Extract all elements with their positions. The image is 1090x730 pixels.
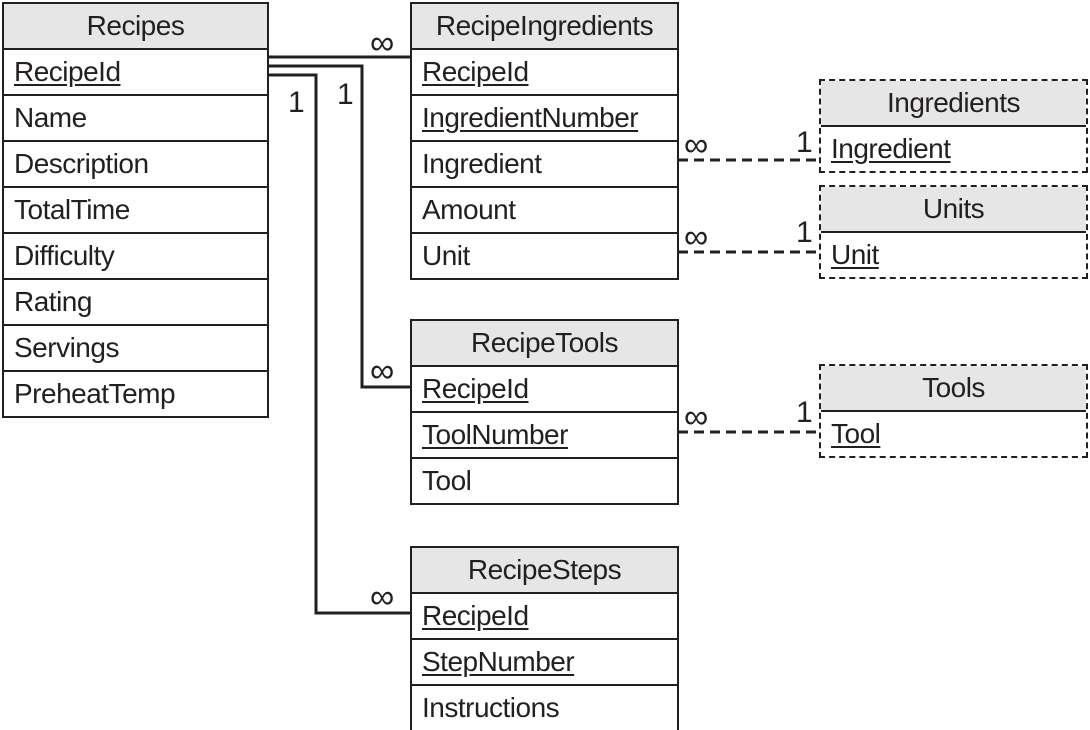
primary-key-field: RecipeId [4,50,267,96]
field: PreheatTemp [14,378,176,409]
cardinality-label: ∞ [370,24,395,62]
field: Instructions [422,692,560,723]
cardinality-label: ∞ [370,578,395,616]
primary-key-field: RecipeId [412,50,677,96]
field: Tool [422,465,472,496]
primary-key-field: ToolNumber [412,413,677,459]
cardinality-label: 1 [288,86,305,119]
table-title: Tools [821,366,1086,412]
table-recipe-ingredients: RecipeIngredients RecipeId IngredientNumbe… [410,2,679,280]
primary-key-field: StepNumber [412,640,677,686]
primary-key-field: Unit [831,239,879,270]
cardinality-label: ∞ [684,218,709,256]
table-units: Units Unit [819,185,1088,279]
table-title: RecipeIngredients [412,4,677,50]
table-title: Ingredients [821,81,1086,127]
cardinality-label: 1 [337,78,354,111]
table-recipe-steps: RecipeSteps RecipeId StepNumber Instruction… [410,546,679,730]
table-title: Recipes [4,4,267,50]
primary-key-field: IngredientNumber [412,96,677,142]
line-recipes-recipesteps [268,73,411,615]
table-title: RecipeSteps [412,548,677,594]
primary-key-field: RecipeId [412,367,677,413]
cardinality-label: ∞ [684,398,709,436]
er-diagram: ∞ 1 ∞ 1 ∞ ∞ 1 ∞ 1 ∞ 1 Recipes RecipeId Name Descripti… [0,0,1090,730]
primary-key-field: Tool [831,418,881,449]
primary-key-field: Ingredient [831,133,951,164]
table-recipe-tools: RecipeTools RecipeId ToolNumber Tool [410,319,679,505]
field: Name [4,96,267,142]
field: Ingredient [412,142,677,188]
cardinality-label: ∞ [370,352,395,390]
table-title: Units [821,187,1086,233]
table-recipes: Recipes RecipeId Name Description TotalTime D… [2,2,269,418]
cardinality-label: 1 [796,396,813,429]
field: Difficulty [4,234,267,280]
cardinality-label: 1 [796,216,813,249]
cardinality-label: ∞ [684,126,709,164]
field: Unit [422,240,470,271]
field: Servings [4,326,267,372]
field: Amount [412,188,677,234]
table-ingredients: Ingredients Ingredient [819,79,1088,173]
table-tools: Tools Tool [819,364,1088,458]
table-title: RecipeTools [412,321,677,367]
field: Description [4,142,267,188]
field: TotalTime [4,188,267,234]
primary-key-field: RecipeId [412,594,677,640]
cardinality-label: 1 [796,126,813,159]
field: Rating [4,280,267,326]
